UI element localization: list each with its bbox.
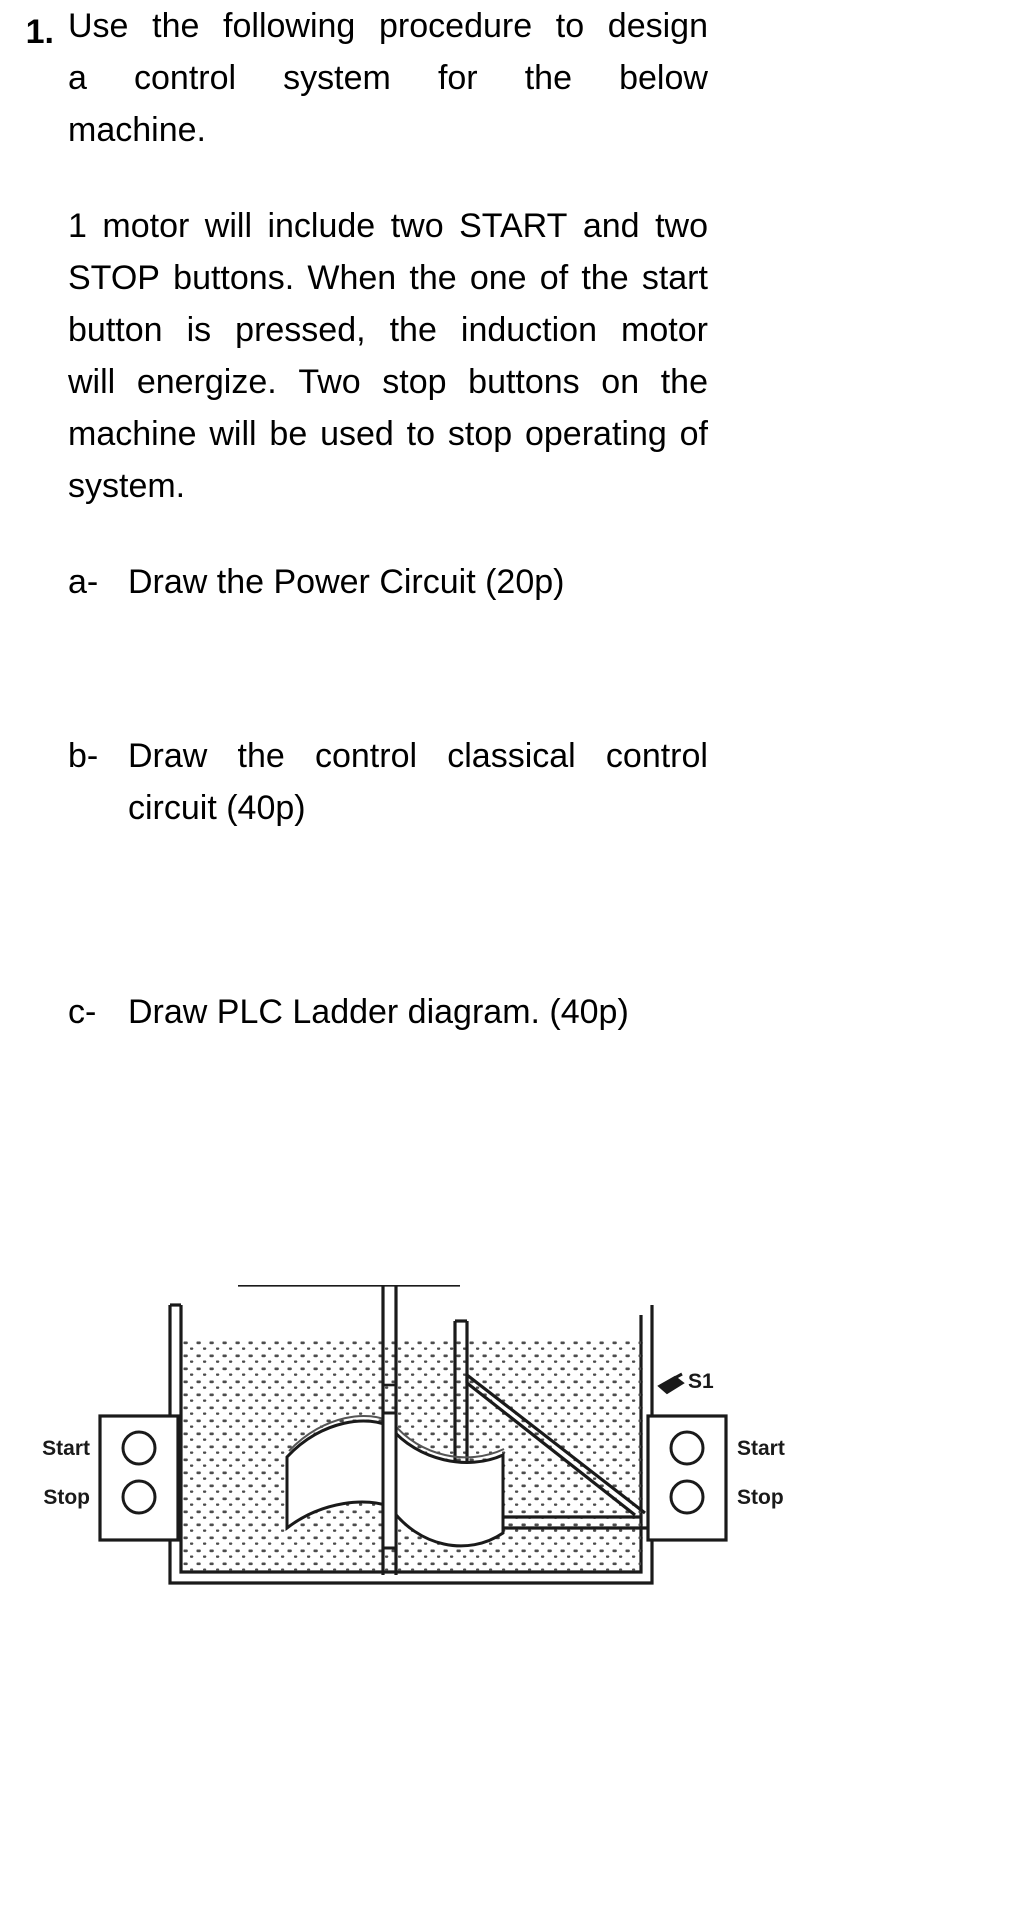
sub-item-b-letter: b- xyxy=(68,737,99,775)
description-paragraph: 1 motor will include two START and two S… xyxy=(68,200,708,512)
question-block: 1. Use the following procedure to design… xyxy=(0,0,1029,1038)
description-line: button is pressed, the induction motor xyxy=(68,311,708,349)
right-stop-button xyxy=(669,1479,705,1515)
prompt-line: machine. xyxy=(68,111,206,149)
sub-item-a-letter: a- xyxy=(68,563,99,601)
sub-item-b-line: circuit (40p) xyxy=(128,789,306,827)
left-stop-button xyxy=(121,1479,157,1515)
right-start-label: Start xyxy=(737,1437,785,1460)
description-line: STOP buttons. When the one of the start xyxy=(68,259,708,297)
description-line: system. xyxy=(68,467,186,505)
description-line: will energize. Two stop buttons on the xyxy=(68,363,708,401)
answer-space-b xyxy=(68,834,708,986)
answer-space-a xyxy=(68,608,708,730)
left-button-panel[interactable] xyxy=(98,1414,180,1542)
sub-item-b-text: Draw the control classical control circu… xyxy=(128,730,708,834)
question-body: Use the following procedure to design a … xyxy=(68,0,708,1038)
right-start-button xyxy=(669,1430,705,1466)
right-button-panel[interactable] xyxy=(646,1414,728,1542)
sub-item-c-text: Draw PLC Ladder diagram. (40p) xyxy=(128,993,629,1031)
right-stop-label: Stop xyxy=(737,1486,784,1509)
machine-diagram: S1 Start Stop Start Stop xyxy=(0,1285,1029,1920)
prompt-line: a control system for the below xyxy=(68,59,708,97)
question-main-row: 1. Use the following procedure to design… xyxy=(0,0,1029,1038)
sub-item-b: b- Draw the control classical control ci… xyxy=(68,730,708,834)
prompt-paragraph: Use the following procedure to design a … xyxy=(68,0,708,156)
sub-item-b-line: Draw the control classical control xyxy=(128,737,708,775)
sub-item-c: c- Draw PLC Ladder diagram. (40p) xyxy=(68,986,708,1038)
question-number: 1. xyxy=(25,13,54,51)
sensor-label-s1: S1 xyxy=(688,1370,714,1393)
sub-item-a: a- Draw the Power Circuit (20p) xyxy=(68,556,708,608)
prompt-line: Use the following procedure to design xyxy=(68,7,708,45)
sub-item-c-letter: c- xyxy=(68,993,97,1031)
left-start-label: Start xyxy=(42,1437,90,1460)
left-stop-label: Stop xyxy=(43,1486,90,1509)
description-line: 1 motor will include two START and two xyxy=(68,207,708,245)
left-start-button xyxy=(121,1430,157,1466)
sub-item-a-text: Draw the Power Circuit (20p) xyxy=(128,563,565,601)
proximity-sensor-icon xyxy=(657,1372,685,1395)
description-line: machine will be used to stop operating o… xyxy=(68,415,708,453)
